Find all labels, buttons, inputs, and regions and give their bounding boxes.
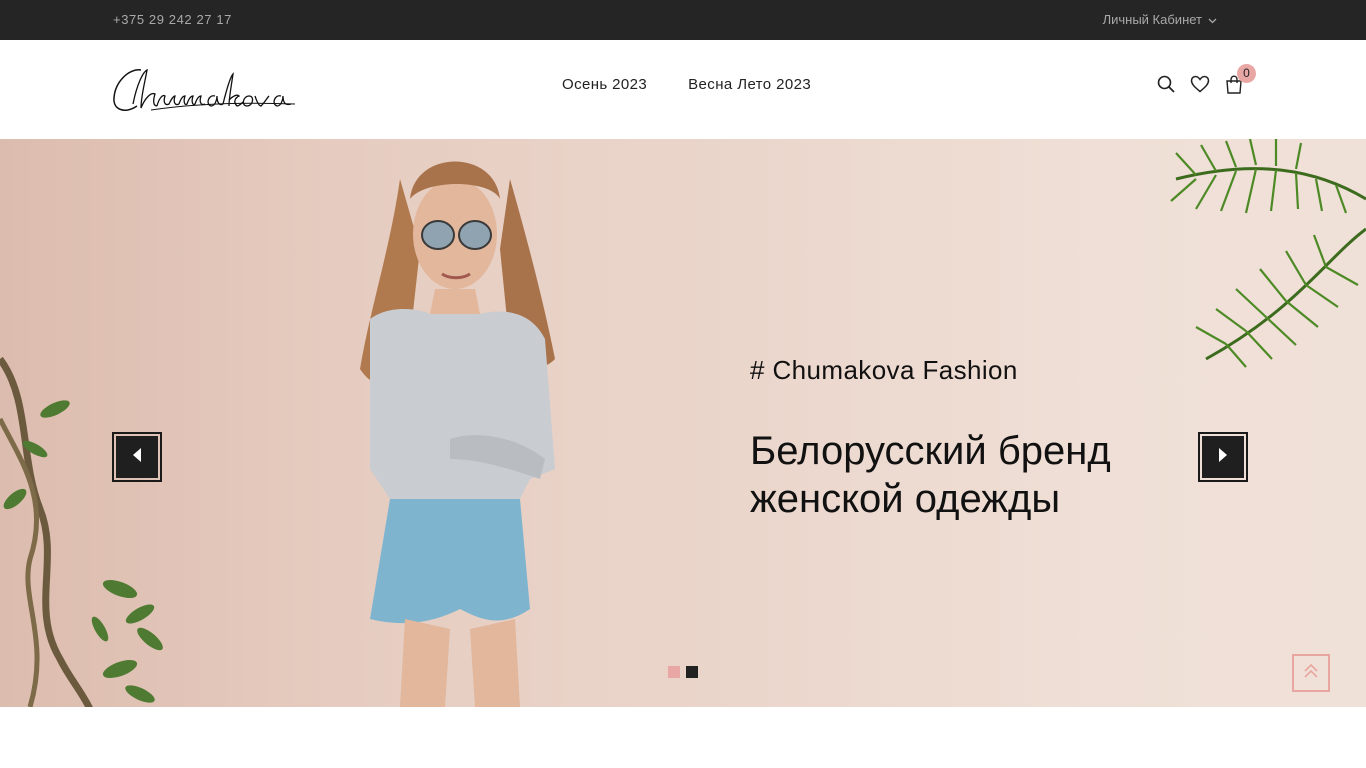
model-photo: [360, 161, 555, 707]
arrow-right-icon: [1217, 447, 1229, 468]
slider-pagination: [668, 666, 698, 678]
phone-number[interactable]: +375 29 242 27 17: [113, 12, 232, 27]
nav-item-spring-summer-2023[interactable]: Весна Лето 2023: [688, 76, 811, 93]
hero-slider: # Chumakova Fashion Белорусский бренд же…: [0, 139, 1366, 707]
search-icon[interactable]: [1155, 73, 1177, 95]
header-icons: 0: [1155, 64, 1256, 95]
hero-headline-line-1: Белорусский бренд: [750, 429, 1111, 473]
hero-headline-line-2: женской одежды: [750, 477, 1061, 521]
slider-prev-button[interactable]: [112, 432, 162, 482]
heart-icon[interactable]: [1189, 73, 1211, 95]
brand-logo[interactable]: [111, 64, 297, 116]
account-menu[interactable]: Личный Кабинет: [1103, 12, 1217, 27]
site-header: Осень 2023 Весна Лето 2023 0: [0, 40, 1366, 139]
slider-dot-1[interactable]: [668, 666, 680, 678]
hero-headline: Белорусский бренд женской одежды: [750, 427, 1270, 523]
top-bar: +375 29 242 27 17 Личный Кабинет: [0, 0, 1366, 40]
palm-leaf-decoration: [1170, 139, 1366, 368]
main-nav: Осень 2023 Весна Лето 2023: [562, 76, 811, 93]
cart-count-badge: 0: [1237, 64, 1256, 83]
cart-icon[interactable]: 0: [1223, 64, 1256, 95]
double-chevron-up-icon: [1304, 663, 1318, 684]
account-label: Личный Кабинет: [1102, 12, 1202, 27]
chevron-down-icon: [1208, 12, 1217, 27]
scroll-to-top-button[interactable]: [1292, 654, 1330, 692]
nav-item-autumn-2023[interactable]: Осень 2023: [562, 76, 647, 93]
hero-tagline: # Chumakova Fashion: [750, 355, 1018, 385]
vine-decoration: [0, 356, 163, 707]
slider-next-button[interactable]: [1198, 432, 1248, 482]
slider-dot-2[interactable]: [686, 666, 698, 678]
arrow-left-icon: [131, 447, 143, 468]
